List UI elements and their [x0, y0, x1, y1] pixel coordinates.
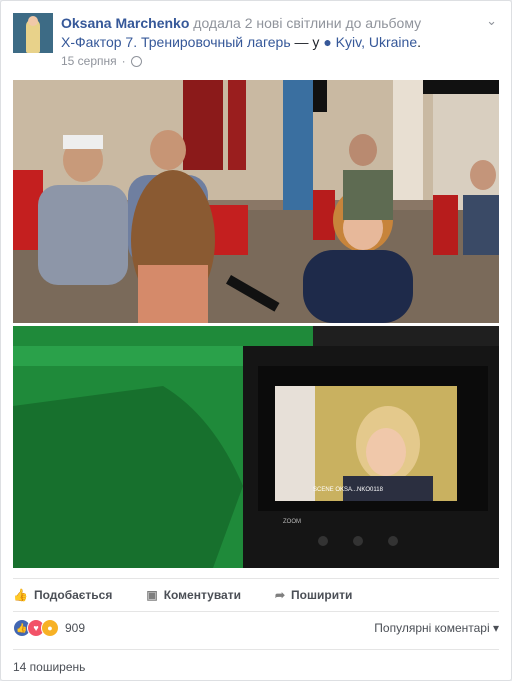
- zoom-label: ZOOM: [283, 519, 301, 525]
- popular-comments-dropdown[interactable]: Популярні коментарі ▾: [374, 621, 499, 635]
- photo-interview[interactable]: [13, 80, 499, 323]
- post-header: Oksana Marchenko додала 2 нові світлини …: [61, 14, 481, 33]
- post-actions-bar: 👍 Подобається ▣ Коментувати ➦ Поширити: [13, 578, 499, 612]
- location-suffix: .: [417, 34, 421, 50]
- share-arrow-icon: ➦: [274, 588, 286, 602]
- reactions-summary[interactable]: 👍 ♥ ● 909: [13, 619, 85, 637]
- author-name[interactable]: Oksana Marchenko: [61, 15, 189, 31]
- share-count-row[interactable]: 14 поширень: [13, 649, 499, 674]
- chevron-down-icon[interactable]: ⌄: [486, 13, 497, 29]
- comment-label: Коментувати: [163, 588, 241, 602]
- author-avatar[interactable]: [13, 13, 53, 53]
- album-link[interactable]: X-Фактор 7. Тренировочный лагерь: [61, 34, 291, 50]
- post-date[interactable]: 15 серпня: [61, 54, 117, 68]
- popular-comments-label: Популярні коментарі: [374, 621, 490, 635]
- action-text: додала 2 нові світлини до альбому: [189, 15, 422, 31]
- thumbs-up-icon: 👍: [13, 588, 28, 602]
- location-pin-icon: ●: [323, 34, 332, 50]
- camera-scene-art: SCENE OKSA...NKO0118 ZOOM: [13, 326, 499, 568]
- interview-scene-art: [13, 80, 499, 323]
- post-meta: 15 серпня ·: [61, 54, 142, 68]
- share-button[interactable]: ➦ Поширити: [275, 588, 352, 602]
- reaction-count: 909: [65, 621, 86, 635]
- comment-button[interactable]: ▣ Коментувати: [146, 588, 241, 602]
- dropdown-arrow-icon: ▾: [492, 621, 499, 635]
- location-prefix: — у: [290, 34, 324, 50]
- shares-count: 14 поширень: [13, 660, 86, 674]
- wow-icon: ●: [41, 619, 59, 637]
- location-link[interactable]: Kyiv, Ukraine: [336, 34, 417, 50]
- globe-icon[interactable]: [130, 55, 142, 67]
- photo-camera-screen[interactable]: SCENE OKSA...NKO0118 ZOOM: [13, 326, 499, 568]
- album-line: X-Фактор 7. Тренировочный лагерь — у ● K…: [61, 33, 481, 52]
- camera-screen-caption: SCENE OKSA...NKO0118: [313, 487, 384, 493]
- like-label: Подобається: [33, 588, 113, 602]
- share-label: Поширити: [291, 588, 353, 602]
- post-card: Oksana Marchenko додала 2 нові світлини …: [0, 0, 512, 681]
- comment-icon: ▣: [146, 588, 158, 602]
- like-button[interactable]: 👍 Подобається: [13, 588, 112, 602]
- meta-separator: ·: [121, 54, 126, 68]
